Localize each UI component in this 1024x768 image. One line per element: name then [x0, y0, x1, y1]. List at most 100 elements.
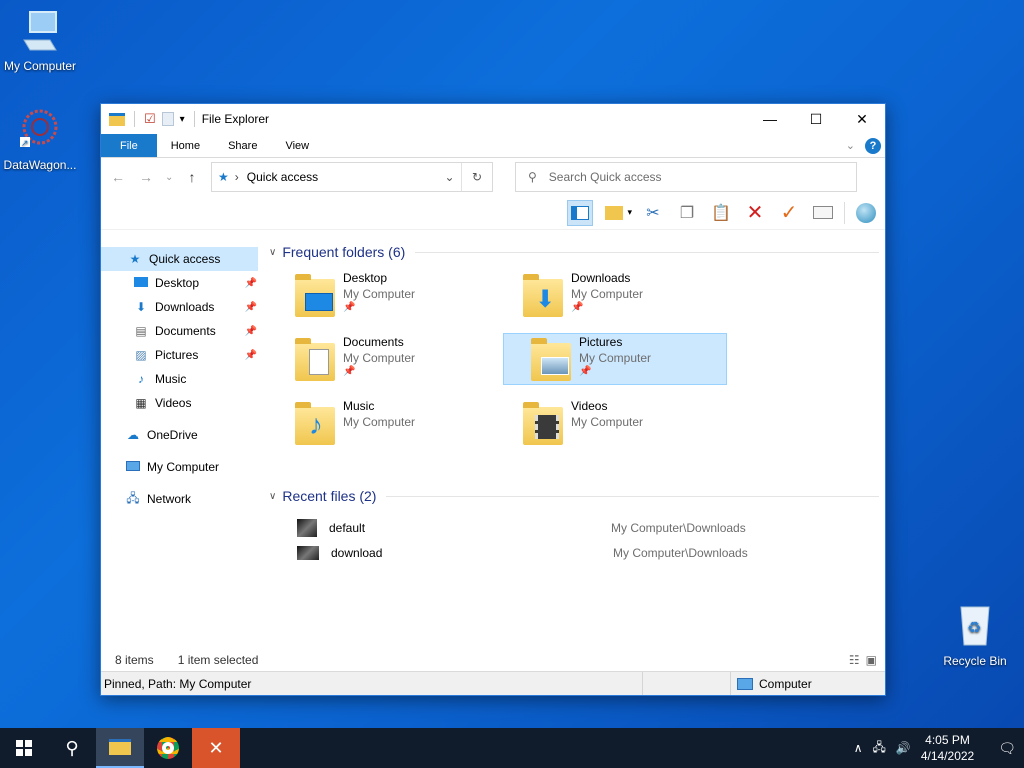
refresh-button[interactable]: ↻ [462, 170, 492, 184]
svg-text:↗: ↗ [21, 139, 29, 149]
new-folder-icon[interactable] [161, 112, 174, 126]
customize-qat-icon[interactable]: ▾ [180, 114, 185, 125]
minimize-button[interactable]: — [747, 104, 793, 134]
recent-locations-button[interactable]: ⌄ [165, 172, 173, 183]
search-input[interactable]: ⚲ Search Quick access [515, 162, 857, 192]
pin-icon: 📌 [579, 366, 592, 377]
file-name: download [331, 545, 383, 560]
taskbar-file-explorer[interactable] [96, 728, 144, 768]
pin-icon[interactable]: 📌 [245, 302, 257, 313]
tab-home[interactable]: Home [157, 134, 214, 157]
sidebar-item-videos[interactable]: ▦ Videos [101, 391, 261, 415]
taskbar-search-button[interactable]: ⚲ [48, 728, 96, 768]
svg-text:♻: ♻ [967, 618, 981, 637]
pin-icon[interactable]: 📌 [245, 278, 257, 289]
list-item[interactable]: download My Computer\Downloads [267, 540, 879, 565]
pin-icon[interactable]: 📌 [245, 350, 257, 361]
address-bar[interactable]: ★ › Quick access ⌄ ↻ [211, 162, 493, 192]
section-title: Frequent folders (6) [282, 244, 406, 260]
layout-button[interactable] [601, 200, 627, 226]
forward-button[interactable]: → [137, 169, 155, 185]
up-button[interactable]: ↑ [183, 169, 201, 185]
recent-files-header[interactable]: ∨ Recent files (2) [267, 483, 879, 509]
section-title: Recent files (2) [282, 488, 377, 504]
selection-count: 1 item selected [177, 653, 259, 667]
folder-tile-downloads[interactable]: ⬇ Downloads My Computer 📌 [495, 269, 719, 321]
desktop-icon-my-computer[interactable]: My Computer [0, 10, 80, 73]
sidebar-item-documents[interactable]: ▤ Documents 📌 [101, 319, 261, 343]
folder-tile-documents[interactable]: Documents My Computer 📌 [267, 333, 491, 385]
folder-tile-music[interactable]: ♪ Music My Computer [267, 397, 491, 449]
sidebar-item-label: Videos [155, 396, 192, 410]
cloud-icon: ☁ [127, 428, 139, 442]
copy-button[interactable]: ❐ [674, 200, 700, 226]
navigation-bar: ← → ⌄ ↑ ★ › Quick access ⌄ ↻ ⚲ Search Qu… [101, 158, 885, 196]
collapse-chevron-icon[interactable]: ∨ [269, 491, 276, 502]
desktop-icon-label: Recycle Bin [943, 654, 1007, 668]
back-button[interactable]: ← [109, 169, 127, 185]
desktop-icon-datawagon[interactable]: ↗ DataWagon... [0, 105, 80, 172]
film-icon: ▦ [135, 396, 147, 410]
sidebar-item-onedrive[interactable]: ☁ OneDrive [101, 423, 261, 447]
list-item[interactable]: default My Computer\Downloads [267, 515, 879, 540]
frequent-folders-header[interactable]: ∨ Frequent folders (6) [267, 239, 879, 265]
help-button[interactable]: ? [865, 137, 881, 154]
folder-tile-videos[interactable]: Videos My Computer [495, 397, 719, 449]
start-button[interactable] [0, 728, 48, 768]
sidebar-item-quick-access[interactable]: ★ Quick access [101, 247, 258, 271]
sidebar-item-downloads[interactable]: ⬇ Downloads 📌 [101, 295, 261, 319]
computer-icon [23, 11, 57, 51]
sidebar-item-network[interactable]: 🖧 Network [101, 487, 261, 511]
sidebar-item-music[interactable]: ♪ Music [101, 367, 261, 391]
sidebar-item-desktop[interactable]: Desktop 📌 [101, 271, 261, 295]
folder-name: Documents [343, 335, 404, 349]
delete-button[interactable]: ✕ [742, 200, 768, 226]
documents-folder-icon [295, 335, 339, 383]
datawagon-shortcut-icon: ↗ [20, 109, 58, 149]
details-view-icon[interactable]: ☷ [849, 653, 860, 667]
rename-button[interactable]: ✓ [776, 200, 802, 226]
pin-icon[interactable]: 📌 [245, 326, 257, 337]
quick-access-toolbar: ☑ ▾ [109, 111, 198, 127]
clock-date: 4/14/2022 [920, 749, 975, 763]
search-icon: ⚲ [528, 170, 537, 184]
network-icon: 🖧 [126, 490, 140, 505]
large-icons-view-icon[interactable]: ▣ [866, 653, 877, 667]
windows-logo-icon [16, 740, 32, 756]
tab-view[interactable]: View [271, 134, 323, 157]
properties-button[interactable] [810, 200, 836, 226]
paste-button[interactable]: 📋 [708, 200, 734, 226]
properties-icon[interactable]: ☑ [144, 111, 156, 127]
folder-tile-pictures[interactable]: Pictures My Computer 📌 [503, 333, 727, 385]
globe-icon [856, 202, 876, 223]
file-thumbnail [297, 545, 319, 560]
taskbar-app[interactable]: ✕ [192, 728, 240, 768]
desktop-icon-label: DataWagon... [3, 158, 77, 172]
sidebar-item-my-computer[interactable]: My Computer [101, 455, 261, 479]
maximize-button[interactable]: ☐ [793, 104, 839, 134]
folder-tile-desktop[interactable]: Desktop My Computer 📌 [267, 269, 491, 321]
folder-icon [109, 739, 131, 755]
navigation-pane-button[interactable] [567, 199, 594, 226]
collapse-chevron-icon[interactable]: ∨ [269, 247, 276, 258]
network-globe-button[interactable] [853, 200, 879, 226]
volume-icon[interactable]: 🔊 [896, 741, 911, 755]
close-button[interactable]: ✕ [839, 104, 885, 134]
expand-ribbon-icon[interactable]: ⌄ [846, 139, 855, 152]
cut-button[interactable]: ✂ [640, 200, 666, 226]
sidebar-item-pictures[interactable]: ▨ Pictures 📌 [101, 343, 261, 367]
tab-file[interactable]: File [101, 134, 157, 157]
show-hidden-icons-chevron-icon[interactable]: ∧ [854, 741, 863, 755]
tab-share[interactable]: Share [214, 134, 271, 157]
network-icon[interactable]: 🖧 [872, 738, 885, 759]
breadcrumb-chevron-icon[interactable]: › [235, 170, 239, 184]
pin-icon: 📌 [571, 302, 584, 313]
desktop-icon-recycle-bin[interactable]: ♻ Recycle Bin [935, 603, 1015, 668]
taskbar-chrome[interactable] [144, 728, 192, 768]
notifications-icon[interactable]: 🗨 [998, 740, 1016, 757]
layout-dropdown-icon[interactable]: ▾ [627, 207, 632, 218]
breadcrumb-quick-access[interactable]: Quick access [247, 170, 318, 184]
address-dropdown-icon[interactable]: ⌄ [438, 163, 462, 191]
clock[interactable]: 4:05 PM 4/14/2022 [921, 732, 974, 764]
folder-name: Desktop [343, 271, 388, 285]
